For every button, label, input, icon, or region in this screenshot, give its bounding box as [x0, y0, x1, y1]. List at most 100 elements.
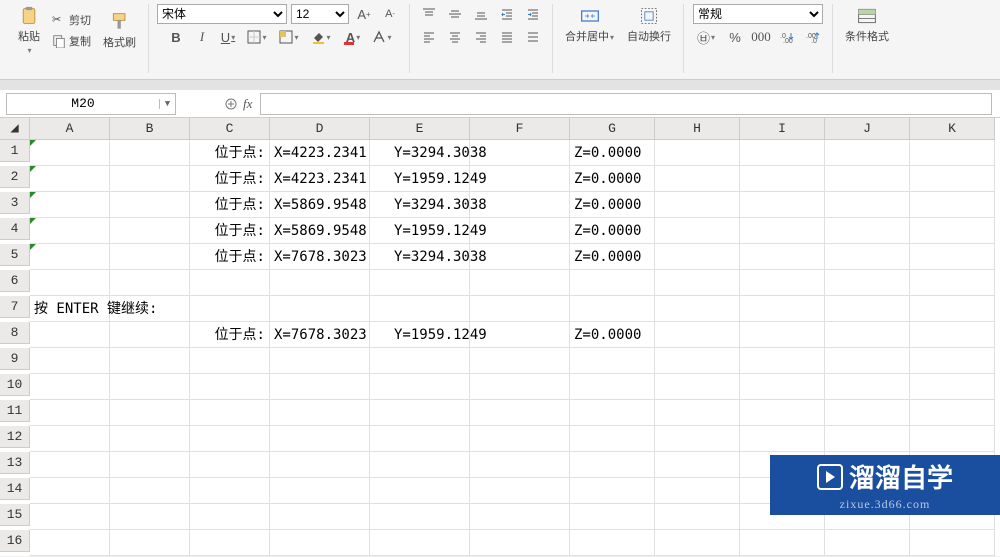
align-top-button[interactable]	[418, 4, 440, 24]
justify-button[interactable]	[496, 27, 518, 47]
cell-H4[interactable]	[655, 218, 740, 244]
row-header-1[interactable]: 1	[0, 140, 30, 162]
cell-G10[interactable]	[570, 374, 655, 400]
cell-E5[interactable]: Y=3294.3038	[370, 244, 470, 270]
cell-C7[interactable]	[190, 296, 270, 322]
cell-E1[interactable]: Y=3294.3038	[370, 140, 470, 166]
cell-E6[interactable]	[370, 270, 470, 296]
cell-K4[interactable]	[910, 218, 995, 244]
cell-D1[interactable]: X=4223.2341	[270, 140, 370, 166]
decrease-decimal-button[interactable]: .00.0	[802, 27, 824, 47]
cell-D13[interactable]	[270, 452, 370, 478]
cell-K10[interactable]	[910, 374, 995, 400]
cell-B4[interactable]	[110, 218, 190, 244]
cell-J8[interactable]	[825, 322, 910, 348]
name-box-dropdown[interactable]: ▼	[159, 99, 175, 109]
cell-C14[interactable]	[190, 478, 270, 504]
cell-I1[interactable]	[740, 140, 825, 166]
cell-C4[interactable]: 位于点:	[190, 218, 270, 244]
col-header-C[interactable]: C	[190, 118, 270, 140]
cell-A11[interactable]	[30, 400, 110, 426]
cell-G1[interactable]: Z=0.0000	[570, 140, 655, 166]
cell-B6[interactable]	[110, 270, 190, 296]
row-header-4[interactable]: 4	[0, 218, 30, 240]
cell-H5[interactable]	[655, 244, 740, 270]
wrap-text-button[interactable]: 自动换行	[623, 4, 675, 46]
cell-F15[interactable]	[470, 504, 570, 530]
cell-F13[interactable]	[470, 452, 570, 478]
cell-G14[interactable]	[570, 478, 655, 504]
cell-I9[interactable]	[740, 348, 825, 374]
thousands-button[interactable]: 000	[750, 27, 772, 47]
cell-C15[interactable]	[190, 504, 270, 530]
increase-indent-button[interactable]	[522, 4, 544, 24]
cell-I8[interactable]	[740, 322, 825, 348]
name-box[interactable]: M20 ▼	[6, 93, 176, 115]
cell-E14[interactable]	[370, 478, 470, 504]
row-header-15[interactable]: 15	[0, 504, 30, 526]
conditional-format-button[interactable]: 条件格式	[841, 4, 893, 46]
cell-A3[interactable]	[30, 192, 110, 218]
cell-H9[interactable]	[655, 348, 740, 374]
cell-G7[interactable]	[570, 296, 655, 322]
cell-H2[interactable]	[655, 166, 740, 192]
italic-button[interactable]: I	[191, 27, 213, 47]
cell-D12[interactable]	[270, 426, 370, 452]
number-format-select[interactable]: 常规	[693, 4, 823, 24]
row-header-2[interactable]: 2	[0, 166, 30, 188]
cell-J10[interactable]	[825, 374, 910, 400]
cell-B15[interactable]	[110, 504, 190, 530]
cell-G11[interactable]	[570, 400, 655, 426]
cell-A12[interactable]	[30, 426, 110, 452]
row-header-10[interactable]: 10	[0, 374, 30, 396]
cell-I11[interactable]	[740, 400, 825, 426]
cell-H13[interactable]	[655, 452, 740, 478]
align-middle-button[interactable]	[444, 4, 466, 24]
cell-B2[interactable]	[110, 166, 190, 192]
underline-button[interactable]: U▾	[217, 27, 239, 47]
cell-E9[interactable]	[370, 348, 470, 374]
cell-B14[interactable]	[110, 478, 190, 504]
cell-C12[interactable]	[190, 426, 270, 452]
cell-H8[interactable]	[655, 322, 740, 348]
phonetic-button[interactable]: ▾	[371, 27, 393, 47]
cell-A5[interactable]	[30, 244, 110, 270]
increase-decimal-button[interactable]: .0.00	[776, 27, 798, 47]
cell-K11[interactable]	[910, 400, 995, 426]
cell-B9[interactable]	[110, 348, 190, 374]
cell-J16[interactable]	[825, 530, 910, 556]
cell-E13[interactable]	[370, 452, 470, 478]
cell-K16[interactable]	[910, 530, 995, 556]
cell-B16[interactable]	[110, 530, 190, 556]
font-family-select[interactable]: 宋体	[157, 4, 287, 24]
cell-F9[interactable]	[470, 348, 570, 374]
cell-C3[interactable]: 位于点:	[190, 192, 270, 218]
align-left-button[interactable]	[418, 27, 440, 47]
cell-I16[interactable]	[740, 530, 825, 556]
cell-E2[interactable]: Y=1959.1249	[370, 166, 470, 192]
row-header-5[interactable]: 5	[0, 244, 30, 266]
cell-A10[interactable]	[30, 374, 110, 400]
cell-A8[interactable]	[30, 322, 110, 348]
cell-H15[interactable]	[655, 504, 740, 530]
cell-B7[interactable]	[110, 296, 190, 322]
cell-K6[interactable]	[910, 270, 995, 296]
cell-H6[interactable]	[655, 270, 740, 296]
cell-H11[interactable]	[655, 400, 740, 426]
row-header-11[interactable]: 11	[0, 400, 30, 422]
cell-B11[interactable]	[110, 400, 190, 426]
cell-F12[interactable]	[470, 426, 570, 452]
cell-K9[interactable]	[910, 348, 995, 374]
cell-F10[interactable]	[470, 374, 570, 400]
cell-B1[interactable]	[110, 140, 190, 166]
cell-F7[interactable]	[470, 296, 570, 322]
col-header-A[interactable]: A	[30, 118, 110, 140]
cell-I12[interactable]	[740, 426, 825, 452]
cell-G5[interactable]: Z=0.0000	[570, 244, 655, 270]
cancel-formula-button[interactable]	[222, 94, 240, 114]
cell-A7[interactable]: 按 ENTER 键继续:	[30, 296, 110, 322]
cell-A13[interactable]	[30, 452, 110, 478]
row-header-16[interactable]: 16	[0, 530, 30, 552]
row-header-14[interactable]: 14	[0, 478, 30, 500]
cell-F2[interactable]	[470, 166, 570, 192]
